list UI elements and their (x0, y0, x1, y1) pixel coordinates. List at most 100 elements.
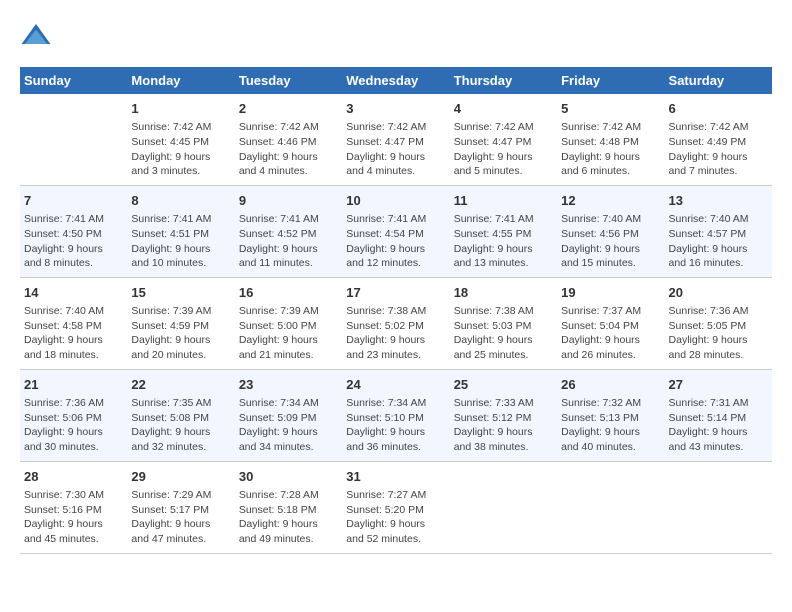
calendar-cell: 19Sunrise: 7:37 AM Sunset: 5:04 PM Dayli… (557, 277, 664, 369)
calendar-week-0: 1Sunrise: 7:42 AM Sunset: 4:45 PM Daylig… (20, 94, 772, 185)
day-number: 26 (561, 376, 660, 394)
calendar-cell: 30 Sunrise: 7:28 AM Sunset: 5:18 PM Dayli… (235, 461, 342, 553)
calendar-cell: 25 Sunrise: 7:33 AM Sunset: 5:12 PM Dayli… (450, 369, 557, 461)
day-number: 20 (669, 284, 768, 302)
day-info: Sunrise: 7:34 AM Sunset: 5:10 PM Dayligh… (346, 396, 445, 455)
day-number: 30 (239, 468, 338, 486)
calendar-cell: 27 Sunrise: 7:31 AM Sunset: 5:14 PM Dayli… (665, 369, 772, 461)
day-number: 29 (131, 468, 230, 486)
calendar-cell: 1Sunrise: 7:42 AM Sunset: 4:45 PM Daylig… (127, 94, 234, 185)
day-info: Sunrise: 7:38 AM Sunset: 5:02 PM Dayligh… (346, 304, 445, 363)
calendar-cell: 16Sunrise: 7:39 AM Sunset: 5:00 PM Dayli… (235, 277, 342, 369)
day-number: 12 (561, 192, 660, 210)
day-number: 15 (131, 284, 230, 302)
day-header-friday: Friday (557, 67, 664, 94)
day-info: Sunrise: 7:40 AM Sunset: 4:58 PM Dayligh… (24, 304, 123, 363)
day-number: 2 (239, 100, 338, 118)
day-number: 18 (454, 284, 553, 302)
day-number: 21 (24, 376, 123, 394)
day-info: Sunrise: 7:35 AM Sunset: 5:08 PM Dayligh… (131, 396, 230, 455)
calendar-cell: 11 Sunrise: 7:41 AM Sunset: 4:55 PM Dayli… (450, 185, 557, 277)
day-number: 3 (346, 100, 445, 118)
day-number: 11 (454, 192, 553, 210)
calendar-cell: 15Sunrise: 7:39 AM Sunset: 4:59 PM Dayli… (127, 277, 234, 369)
day-info: Sunrise: 7:39 AM Sunset: 5:00 PM Dayligh… (239, 304, 338, 363)
day-info: Sunrise: 7:33 AM Sunset: 5:12 PM Dayligh… (454, 396, 553, 455)
calendar-cell: 6Sunrise: 7:42 AM Sunset: 4:49 PM Daylig… (665, 94, 772, 185)
calendar-cell: 2 Sunrise: 7:42 AM Sunset: 4:46 PM Daylig… (235, 94, 342, 185)
day-header-monday: Monday (127, 67, 234, 94)
day-header-thursday: Thursday (450, 67, 557, 94)
calendar-cell (665, 461, 772, 553)
calendar-cell: 24 Sunrise: 7:34 AM Sunset: 5:10 PM Dayli… (342, 369, 449, 461)
day-info: Sunrise: 7:42 AM Sunset: 4:47 PM Dayligh… (346, 120, 445, 179)
day-number: 8 (131, 192, 230, 210)
calendar-cell: 26Sunrise: 7:32 AM Sunset: 5:13 PM Dayli… (557, 369, 664, 461)
day-number: 24 (346, 376, 445, 394)
day-number: 5 (561, 100, 660, 118)
day-number: 22 (131, 376, 230, 394)
day-number: 4 (454, 100, 553, 118)
day-number: 10 (346, 192, 445, 210)
calendar-cell: 12Sunrise: 7:40 AM Sunset: 4:56 PM Dayli… (557, 185, 664, 277)
day-header-wednesday: Wednesday (342, 67, 449, 94)
calendar-cell (20, 94, 127, 185)
calendar-cell: 13 Sunrise: 7:40 AM Sunset: 4:57 PM Dayli… (665, 185, 772, 277)
day-info: Sunrise: 7:27 AM Sunset: 5:20 PM Dayligh… (346, 488, 445, 547)
calendar-cell: 18Sunrise: 7:38 AM Sunset: 5:03 PM Dayli… (450, 277, 557, 369)
day-number: 6 (669, 100, 768, 118)
day-info: Sunrise: 7:42 AM Sunset: 4:46 PM Dayligh… (239, 120, 338, 179)
day-info: Sunrise: 7:29 AM Sunset: 5:17 PM Dayligh… (131, 488, 230, 547)
day-info: Sunrise: 7:36 AM Sunset: 5:06 PM Dayligh… (24, 396, 123, 455)
calendar-cell: 28 Sunrise: 7:30 AM Sunset: 5:16 PM Dayli… (20, 461, 127, 553)
day-info: Sunrise: 7:41 AM Sunset: 4:50 PM Dayligh… (24, 212, 123, 271)
calendar-cell (450, 461, 557, 553)
calendar-cell: 21 Sunrise: 7:36 AM Sunset: 5:06 PM Dayli… (20, 369, 127, 461)
day-number: 7 (24, 192, 123, 210)
day-info: Sunrise: 7:30 AM Sunset: 5:16 PM Dayligh… (24, 488, 123, 547)
calendar-cell: 29 Sunrise: 7:29 AM Sunset: 5:17 PM Dayli… (127, 461, 234, 553)
logo (20, 20, 56, 52)
calendar-cell: 31 Sunrise: 7:27 AM Sunset: 5:20 PM Dayli… (342, 461, 449, 553)
calendar-cell: 3 Sunrise: 7:42 AM Sunset: 4:47 PM Daylig… (342, 94, 449, 185)
calendar-week-1: 7 Sunrise: 7:41 AM Sunset: 4:50 PM Daylig… (20, 185, 772, 277)
day-number: 27 (669, 376, 768, 394)
calendar-cell: 9Sunrise: 7:41 AM Sunset: 4:52 PM Daylig… (235, 185, 342, 277)
day-info: Sunrise: 7:41 AM Sunset: 4:51 PM Dayligh… (131, 212, 230, 271)
day-number: 25 (454, 376, 553, 394)
calendar-cell: 23 Sunrise: 7:34 AM Sunset: 5:09 PM Dayli… (235, 369, 342, 461)
day-info: Sunrise: 7:36 AM Sunset: 5:05 PM Dayligh… (669, 304, 768, 363)
day-header-sunday: Sunday (20, 67, 127, 94)
calendar-cell (557, 461, 664, 553)
calendar-table: SundayMondayTuesdayWednesdayThursdayFrid… (20, 67, 772, 554)
day-info: Sunrise: 7:42 AM Sunset: 4:45 PM Dayligh… (131, 120, 230, 179)
calendar-week-3: 21 Sunrise: 7:36 AM Sunset: 5:06 PM Dayli… (20, 369, 772, 461)
day-number: 13 (669, 192, 768, 210)
day-info: Sunrise: 7:34 AM Sunset: 5:09 PM Dayligh… (239, 396, 338, 455)
day-header-saturday: Saturday (665, 67, 772, 94)
calendar-cell: 8 Sunrise: 7:41 AM Sunset: 4:51 PM Daylig… (127, 185, 234, 277)
calendar-header: SundayMondayTuesdayWednesdayThursdayFrid… (20, 67, 772, 94)
day-number: 31 (346, 468, 445, 486)
day-info: Sunrise: 7:41 AM Sunset: 4:52 PM Dayligh… (239, 212, 338, 271)
calendar-cell: 20 Sunrise: 7:36 AM Sunset: 5:05 PM Dayli… (665, 277, 772, 369)
day-info: Sunrise: 7:37 AM Sunset: 5:04 PM Dayligh… (561, 304, 660, 363)
logo-icon (20, 20, 52, 52)
calendar-cell: 5 Sunrise: 7:42 AM Sunset: 4:48 PM Daylig… (557, 94, 664, 185)
day-number: 23 (239, 376, 338, 394)
calendar-cell: 7 Sunrise: 7:41 AM Sunset: 4:50 PM Daylig… (20, 185, 127, 277)
calendar-cell: 4 Sunrise: 7:42 AM Sunset: 4:47 PM Daylig… (450, 94, 557, 185)
page-header (20, 20, 772, 52)
calendar-cell: 10Sunrise: 7:41 AM Sunset: 4:54 PM Dayli… (342, 185, 449, 277)
day-number: 14 (24, 284, 123, 302)
calendar-cell: 14 Sunrise: 7:40 AM Sunset: 4:58 PM Dayli… (20, 277, 127, 369)
calendar-cell: 17Sunrise: 7:38 AM Sunset: 5:02 PM Dayli… (342, 277, 449, 369)
day-header-tuesday: Tuesday (235, 67, 342, 94)
day-info: Sunrise: 7:41 AM Sunset: 4:55 PM Dayligh… (454, 212, 553, 271)
day-info: Sunrise: 7:31 AM Sunset: 5:14 PM Dayligh… (669, 396, 768, 455)
day-info: Sunrise: 7:40 AM Sunset: 4:57 PM Dayligh… (669, 212, 768, 271)
day-info: Sunrise: 7:28 AM Sunset: 5:18 PM Dayligh… (239, 488, 338, 547)
day-info: Sunrise: 7:42 AM Sunset: 4:48 PM Dayligh… (561, 120, 660, 179)
day-info: Sunrise: 7:42 AM Sunset: 4:47 PM Dayligh… (454, 120, 553, 179)
day-number: 28 (24, 468, 123, 486)
